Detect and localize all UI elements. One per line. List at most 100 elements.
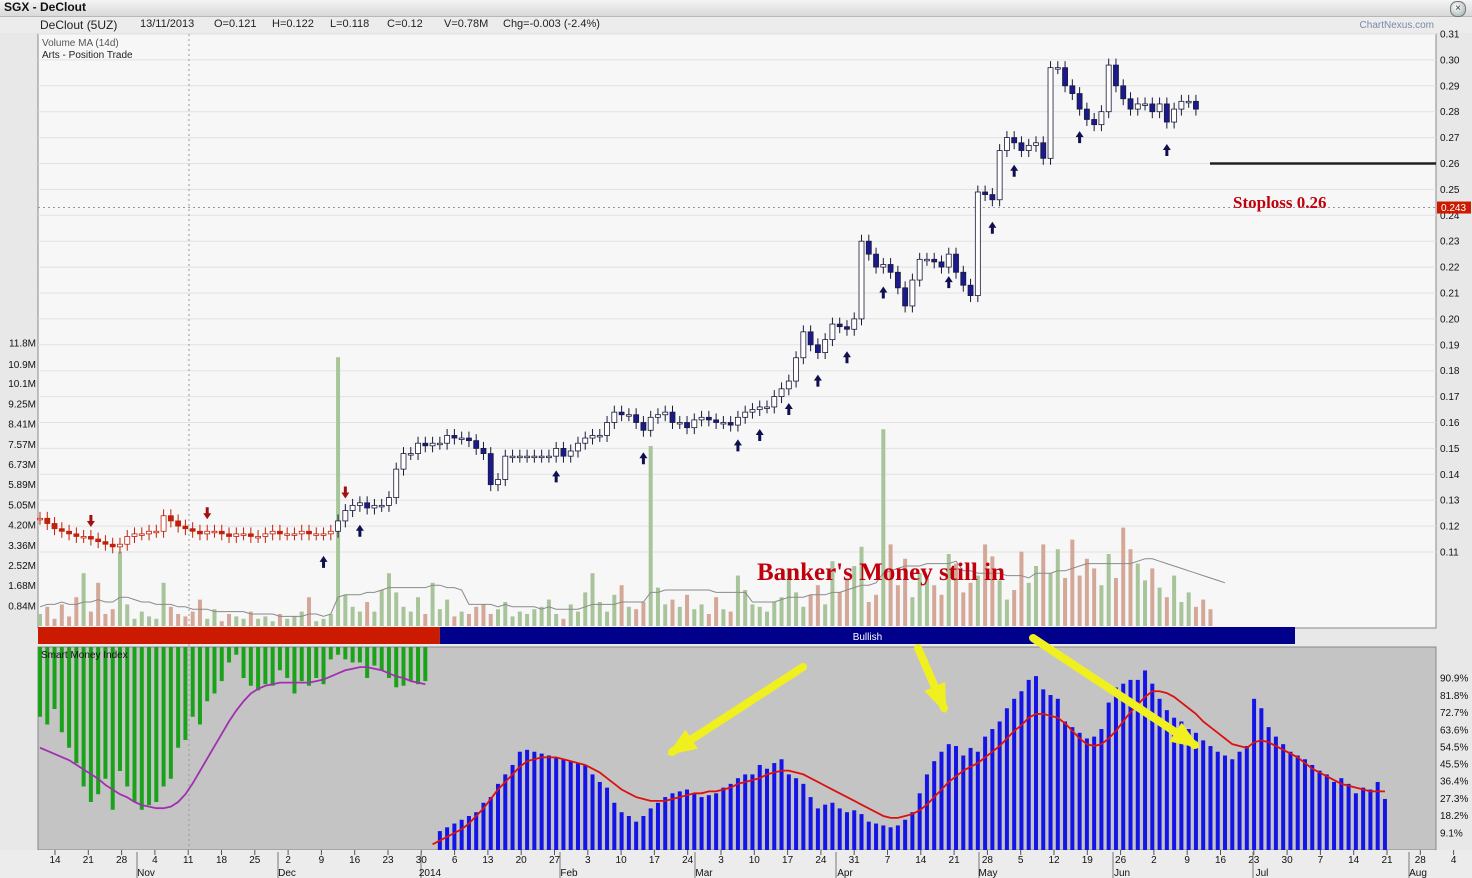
smi-bar: [1346, 783, 1351, 850]
smi-bar: [74, 647, 79, 764]
date-tick-label: 3: [585, 855, 591, 866]
candle: [727, 422, 734, 426]
volume-bar: [96, 582, 101, 626]
date-tick-label: 11: [183, 855, 194, 866]
candle: [742, 411, 749, 418]
smi-bar: [692, 793, 697, 850]
candle: [66, 530, 72, 535]
date-tick-label: 2: [285, 855, 291, 866]
volume-bar: [139, 611, 144, 626]
smi-bar: [139, 647, 144, 810]
volume-bar: [866, 602, 871, 626]
smi-bar: [328, 647, 333, 660]
date-tick-label: 9: [1184, 855, 1190, 866]
month-label: Jul: [1256, 868, 1269, 878]
date-tick-label: 14: [49, 855, 61, 866]
smi-bar: [735, 778, 740, 850]
price-tick-label: 0.11: [1440, 548, 1459, 559]
smi-bar: [1353, 793, 1358, 850]
date-tick-label: 26: [1115, 855, 1127, 866]
smi-bar: [1281, 744, 1286, 850]
date-tick-label: 24: [815, 855, 827, 866]
volume-bar: [365, 602, 370, 626]
volume-bar: [1033, 566, 1038, 626]
date-tick-label: 9: [319, 855, 325, 866]
volume-bar: [1179, 602, 1184, 626]
volume-tick-label: 8.41M: [8, 420, 36, 431]
candle: [662, 411, 669, 416]
volume-bar: [401, 606, 406, 626]
smi-bar: [1186, 729, 1191, 850]
candle: [211, 530, 218, 534]
candle: [844, 326, 850, 330]
volume-bar: [183, 616, 188, 626]
smi-bar: [1099, 729, 1104, 850]
candle: [996, 150, 1003, 201]
volume-bar: [38, 614, 42, 626]
smi-bar: [1295, 755, 1300, 850]
smi-bar: [561, 759, 566, 850]
candle: [807, 331, 814, 346]
smi-bar: [910, 812, 915, 850]
candle: [87, 536, 94, 540]
smi-bar: [350, 647, 355, 663]
candle: [451, 435, 458, 439]
price-tick-label: 0.20: [1440, 314, 1460, 325]
volume-bar: [321, 618, 326, 626]
candle: [974, 191, 981, 296]
smi-bar: [227, 647, 232, 663]
smi-tick-label: 81.8%: [1440, 691, 1468, 702]
smi-bar: [110, 647, 115, 810]
candle: [655, 414, 661, 418]
smi-bar: [786, 774, 791, 850]
smi-bar: [532, 751, 537, 850]
volume-tick-label: 10.1M: [8, 379, 36, 390]
candle: [109, 543, 116, 548]
volume-bar: [1063, 578, 1068, 626]
date-tick-label: 7: [1318, 855, 1324, 866]
stock-chart[interactable]: Bullish 0.31 0.30 0.29 0.28 0.27 0.26 0.25 0.24…: [0, 0, 1472, 878]
price-tick-label: 0.14: [1440, 470, 1460, 481]
candle: [495, 479, 501, 486]
candle: [73, 533, 80, 537]
candle: [487, 453, 494, 486]
candle: [313, 533, 320, 536]
candle: [945, 253, 952, 268]
candle: [356, 502, 363, 506]
candle: [684, 422, 690, 429]
candle: [1069, 85, 1076, 94]
volume-bar: [423, 614, 428, 626]
stoploss-annotation: Stoploss 0.26: [1233, 193, 1327, 212]
volume-bar: [1172, 575, 1177, 626]
candle: [1011, 137, 1018, 144]
smi-tick-label: 27.3%: [1440, 794, 1468, 805]
volume-bar: [801, 606, 806, 626]
smi-bar: [452, 823, 457, 850]
candle: [538, 455, 545, 459]
candle: [204, 530, 211, 535]
volume-bar: [1012, 590, 1017, 626]
volume-bar: [117, 551, 122, 626]
volume-bar: [837, 592, 842, 626]
candle: [51, 523, 58, 530]
volume-bar: [765, 611, 769, 626]
candle: [400, 453, 407, 470]
smi-bar: [1113, 687, 1118, 850]
candle: [422, 442, 429, 447]
smi-bar: [823, 804, 828, 850]
candle: [647, 416, 654, 431]
smi-bar: [1193, 732, 1198, 850]
smi-bar: [408, 647, 413, 682]
date-tick-label: 16: [1215, 855, 1227, 866]
volume-bar: [437, 609, 442, 626]
smi-bar: [750, 774, 755, 850]
month-label: 2014: [419, 868, 442, 878]
date-tick-label: 18: [216, 855, 228, 866]
candle: [444, 435, 451, 444]
candle: [458, 437, 465, 440]
candle: [58, 528, 65, 532]
volume-bar: [314, 621, 319, 626]
volume-tick-label: 4.20M: [8, 521, 36, 532]
smi-bar: [895, 825, 900, 850]
volume-bar: [823, 604, 828, 626]
